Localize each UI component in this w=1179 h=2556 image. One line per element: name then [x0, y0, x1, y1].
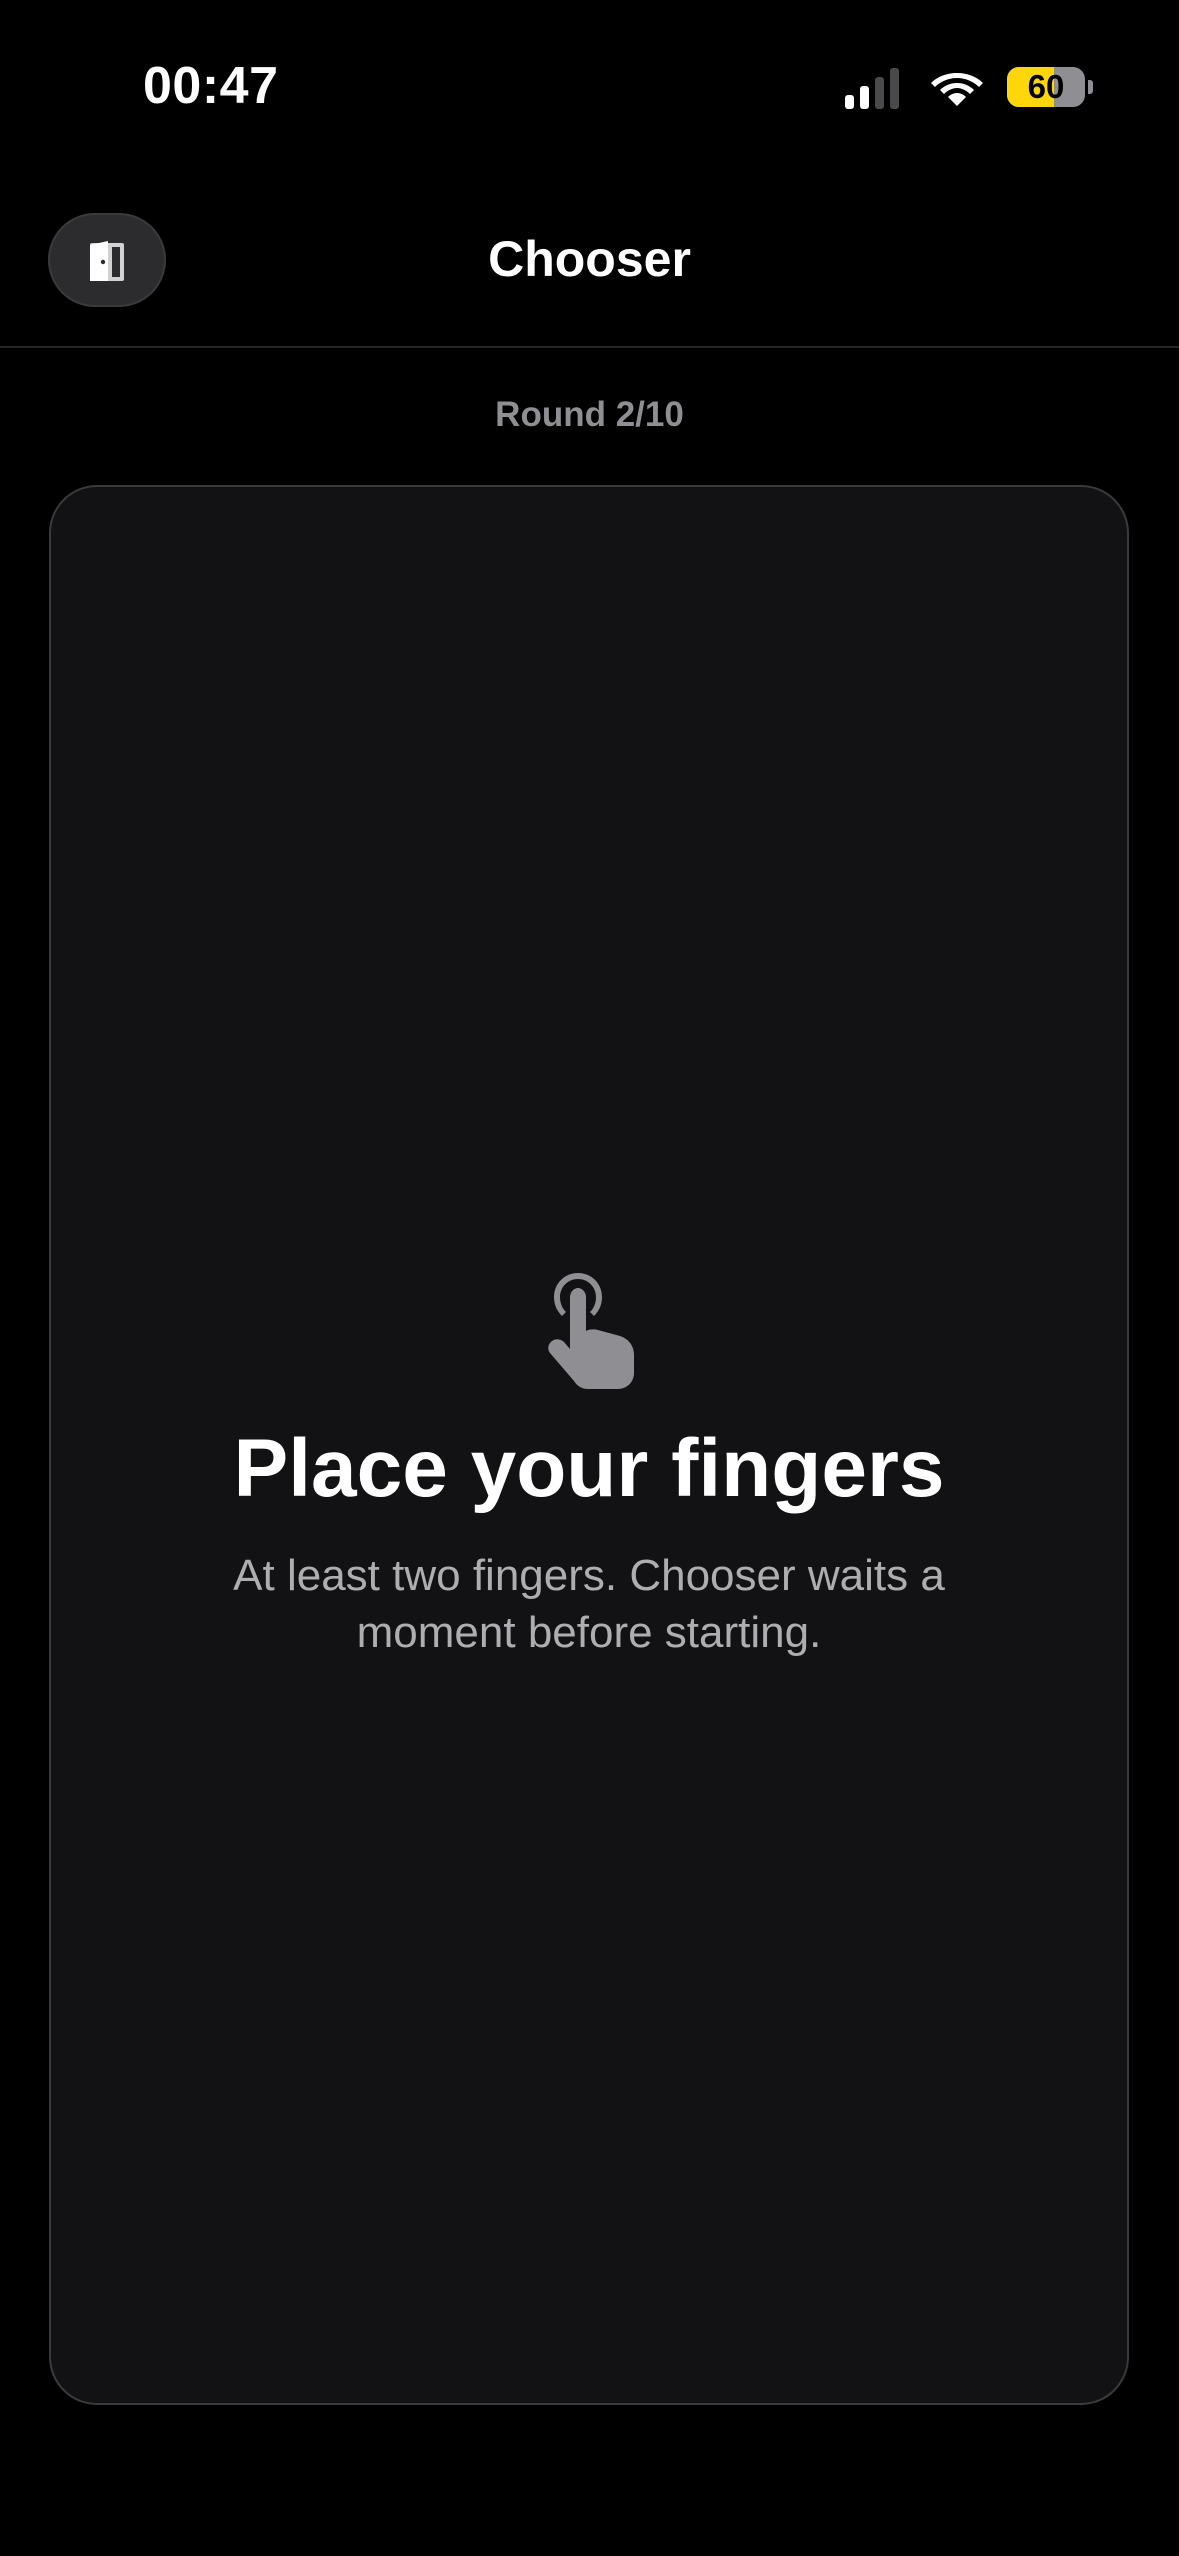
signal-bar: [890, 68, 899, 109]
signal-bar: [875, 77, 884, 109]
battery-cap: [1088, 80, 1093, 94]
cellular-signal-icon: [845, 65, 899, 109]
signal-bar: [860, 86, 869, 109]
status-bar: 00:47 60: [0, 0, 1179, 150]
round-label: Round 2/10: [495, 395, 684, 434]
touch-area[interactable]: Place your fingers At least two fingers.…: [49, 485, 1129, 2405]
wifi-icon: [931, 73, 983, 106]
nav-bar: Chooser: [0, 200, 1179, 348]
hand-point-up-icon: [548, 1273, 634, 1389]
status-icons: 60: [845, 63, 1093, 111]
battery-icon: 60: [1007, 67, 1085, 107]
status-time: 00:47: [143, 57, 279, 115]
signal-bar: [845, 95, 854, 109]
page-title: Chooser: [488, 231, 691, 287]
prompt-title: Place your fingers: [233, 1423, 945, 1514]
prompt-subtitle: At least two fingers. Chooser waits a mo…: [233, 1551, 945, 1657]
battery-level: 60: [1027, 68, 1065, 105]
